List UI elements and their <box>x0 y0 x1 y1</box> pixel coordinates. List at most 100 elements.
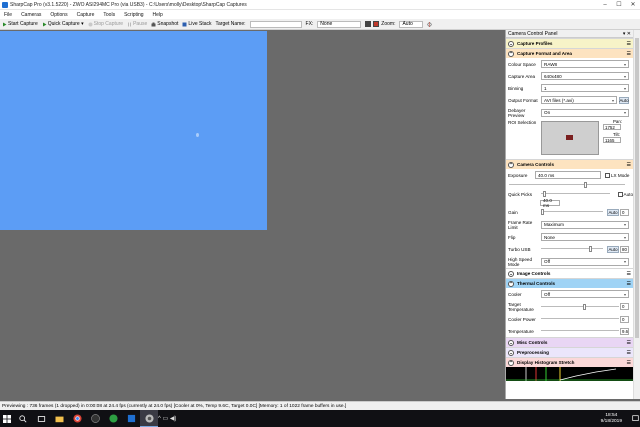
lx-mode-checkbox[interactable] <box>605 172 610 178</box>
camera-control-panel: Camera Control Panel ▾ ✕ ⌄ Capture Profi… <box>505 30 633 399</box>
maximize-button[interactable]: ☐ <box>612 0 626 10</box>
section-capture-profiles[interactable]: ⌄ Capture Profiles ☰ <box>506 38 633 48</box>
chevron-up-icon: ⌃ <box>508 359 514 366</box>
color-swatch-red[interactable] <box>373 21 380 27</box>
taskbar-app-blue[interactable] <box>122 410 140 427</box>
quick-picks-slider[interactable] <box>540 191 610 197</box>
debayer-value: On <box>544 110 551 115</box>
high-speed-label: High Speed Mode <box>508 256 533 267</box>
histogram-display[interactable] <box>506 367 633 381</box>
gain-auto-button[interactable]: Auto <box>607 208 619 216</box>
colour-space-select[interactable]: RAW8 ▾ <box>541 60 629 68</box>
minimize-button[interactable]: – <box>598 0 612 10</box>
row-quick-picks: Quick Picks Auto <box>506 188 633 200</box>
frame-rate-select[interactable]: Maximum ▾ <box>541 220 629 229</box>
menu-tools[interactable]: Tools <box>103 12 115 18</box>
pan-input[interactable]: 1752 <box>603 124 621 130</box>
exposure-slider[interactable] <box>509 181 625 188</box>
debayer-select[interactable]: On ▾ <box>541 108 629 117</box>
menu-icon[interactable]: ☰ <box>627 281 631 287</box>
roi-region[interactable] <box>566 135 573 140</box>
notifications-icon[interactable] <box>630 410 640 427</box>
menu-capture[interactable]: Capture <box>77 12 95 18</box>
pause-button[interactable]: Pause <box>127 21 147 27</box>
tilt-input[interactable]: 1165 <box>603 137 621 143</box>
task-view-icon <box>37 415 45 422</box>
snapshot-button[interactable]: Snapshot <box>151 21 178 27</box>
menu-icon[interactable]: ☰ <box>627 41 631 47</box>
section-capture-format[interactable]: ⌃ Capture Format and Area ☰ <box>506 48 633 58</box>
taskbar-search-button[interactable] <box>14 410 32 427</box>
output-format-select[interactable]: AVI files (*.avi) ▾ <box>541 96 617 104</box>
close-button[interactable]: ✕ <box>626 0 640 10</box>
exposure-slider-thumb[interactable] <box>584 181 587 188</box>
section-misc-controls[interactable]: ⌄ Misc Controls ☰ <box>506 337 633 347</box>
color-swatch-dark[interactable] <box>365 21 372 27</box>
chevron-down-icon: ▾ <box>623 61 626 67</box>
roi-selector[interactable] <box>541 121 599 155</box>
start-capture-button[interactable]: Start Capture <box>2 21 38 27</box>
menu-file[interactable]: File <box>4 12 12 18</box>
binning-select[interactable]: 1 ▾ <box>541 84 629 92</box>
target-temperature-slider[interactable] <box>541 303 619 310</box>
taskbar-chrome[interactable] <box>68 410 86 427</box>
turbo-auto-button[interactable]: Auto <box>607 245 619 253</box>
menu-icon[interactable]: ☰ <box>627 162 631 168</box>
fx-select[interactable]: None <box>317 20 362 28</box>
exposure-input[interactable]: 40.0 ms <box>535 171 601 179</box>
menu-icon[interactable]: ☰ <box>627 350 631 356</box>
quick-capture-button[interactable]: Quick Capture ▾ <box>42 21 84 27</box>
menu-options[interactable]: Options <box>50 12 67 18</box>
taskbar-sharpcap[interactable] <box>140 410 158 427</box>
target-temperature-thumb[interactable] <box>583 303 586 310</box>
gain-input[interactable]: 0 <box>620 208 629 216</box>
exposure-auto-checkbox[interactable] <box>617 191 623 197</box>
system-tray-icons[interactable]: ^ ▭ ◀) <box>158 415 176 422</box>
panel-scrollbar-thumb[interactable] <box>635 38 639 338</box>
rotate-tool-button[interactable] <box>427 21 433 27</box>
menu-icon[interactable]: ☰ <box>627 271 631 277</box>
roi-pan-tilt: Pan: 1752 Tilt: 1165 <box>603 119 622 159</box>
pin-icon[interactable]: ▾ ✕ <box>623 31 631 37</box>
turbo-usb-input[interactable]: 80 <box>620 245 629 253</box>
section-thermal-controls[interactable]: ⌃ Thermal Controls ☰ <box>506 278 633 288</box>
flip-select[interactable]: None ▾ <box>541 233 629 241</box>
chevron-down-icon: ▾ <box>623 222 626 227</box>
taskbar-app-dark[interactable] <box>86 410 104 427</box>
panel-scrollbar[interactable] <box>633 30 640 399</box>
section-preprocessing[interactable]: ⌄ Preprocessing ☰ <box>506 347 633 357</box>
zoom-select[interactable]: Auto <box>399 20 424 28</box>
taskbar-app-green[interactable] <box>104 410 122 427</box>
target-name-input[interactable] <box>249 20 302 28</box>
turbo-usb-thumb[interactable] <box>589 246 592 252</box>
section-image-controls[interactable]: ⌄ Image Controls ☰ <box>506 268 633 278</box>
live-stack-button[interactable]: Live Stack <box>182 21 212 27</box>
target-temperature-input[interactable]: 0 <box>620 303 629 310</box>
capture-area-select[interactable]: 640x480 ▾ <box>541 72 629 80</box>
taskbar-task-view-button[interactable] <box>32 410 50 427</box>
taskbar-clock[interactable]: 18:54 9/18/2019 <box>601 413 622 425</box>
taskbar-file-explorer[interactable] <box>50 410 68 427</box>
section-display-histogram[interactable]: ⌃ Display Histogram Stretch ☰ <box>506 357 633 367</box>
menu-scripting[interactable]: Scripting <box>124 12 143 18</box>
camera-preview-image[interactable] <box>0 31 267 230</box>
section-camera-controls[interactable]: ⌃ Camera Controls ☰ <box>506 159 633 169</box>
menu-icon[interactable]: ☰ <box>627 360 631 366</box>
row-exposure: Exposure 40.0 ms LX Mode <box>506 169 633 181</box>
turbo-usb-slider[interactable] <box>541 246 603 252</box>
cooler-select[interactable]: Off ▾ <box>541 290 629 298</box>
row-frame-rate: Frame Rate Limit Maximum ▾ <box>506 218 633 231</box>
output-format-auto-button[interactable]: Auto <box>619 96 629 104</box>
menu-cameras[interactable]: Cameras <box>21 12 41 18</box>
toolbar: Start Capture Quick Capture ▾ Stop Captu… <box>0 19 640 30</box>
menu-icon[interactable]: ☰ <box>627 51 631 57</box>
chevron-down-icon: ⌄ <box>508 339 514 346</box>
gain-slider-thumb[interactable] <box>541 209 544 215</box>
gain-slider[interactable] <box>541 209 603 215</box>
quick-picks-thumb[interactable] <box>542 191 546 197</box>
stop-capture-button[interactable]: Stop Capture <box>88 21 123 27</box>
menu-help[interactable]: Help <box>153 12 163 18</box>
windows-start-button[interactable] <box>0 410 14 427</box>
menu-icon[interactable]: ☰ <box>627 340 631 346</box>
high-speed-select[interactable]: Off ▾ <box>541 257 629 266</box>
